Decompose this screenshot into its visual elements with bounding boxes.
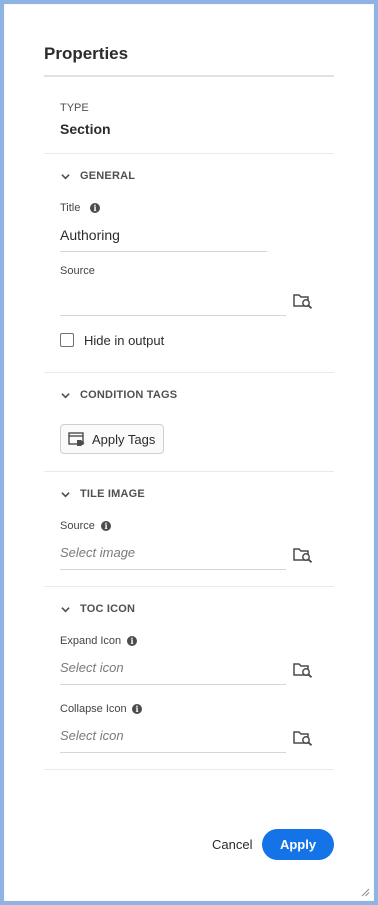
- info-icon[interactable]: i: [132, 704, 142, 714]
- resize-handle-icon[interactable]: [360, 887, 370, 897]
- hide-in-output-label: Hide in output: [84, 333, 165, 348]
- expand-icon-underline: [60, 684, 286, 685]
- chevron-down-icon: [61, 607, 70, 613]
- section-toggle-general[interactable]: GENERAL: [60, 170, 260, 186]
- source-field-underline: [60, 315, 286, 316]
- expand-icon-input[interactable]: Select icon: [60, 660, 124, 675]
- type-value: Section: [60, 121, 111, 137]
- chevron-down-icon: [61, 174, 70, 180]
- divider: [44, 153, 334, 154]
- divider: [44, 372, 334, 373]
- divider: [44, 769, 334, 770]
- folder-search-icon[interactable]: [293, 661, 313, 678]
- title-label: Title: [60, 202, 81, 214]
- info-icon[interactable]: i: [90, 203, 100, 213]
- tag-icon: [68, 432, 85, 446]
- folder-search-icon[interactable]: [293, 292, 313, 309]
- section-toggle-toc-icon[interactable]: TOC ICON: [60, 603, 260, 619]
- source-field[interactable]: [60, 289, 286, 315]
- section-toggle-condition-tags[interactable]: CONDITION TAGS: [60, 389, 260, 405]
- divider: [44, 471, 334, 472]
- hide-in-output-checkbox[interactable]: [60, 333, 74, 347]
- section-header-general: GENERAL: [80, 170, 136, 182]
- collapse-icon-underline: [60, 752, 286, 753]
- section-header-condition-tags: CONDITION TAGS: [80, 389, 178, 401]
- title-field-underline: [60, 251, 267, 252]
- apply-tags-label: Apply Tags: [92, 432, 156, 447]
- title-divider: [44, 75, 334, 77]
- info-icon[interactable]: i: [101, 521, 111, 531]
- collapse-icon-label: Collapse Icon: [60, 703, 127, 715]
- tile-image-underline: [60, 569, 286, 570]
- folder-search-icon[interactable]: [293, 546, 313, 563]
- section-header-tile-image: TILE IMAGE: [80, 488, 145, 500]
- collapse-icon-input[interactable]: Select icon: [60, 728, 124, 743]
- tile-source-label: Source: [60, 520, 95, 532]
- expand-icon-label: Expand Icon: [60, 635, 122, 647]
- section-toggle-tile-image[interactable]: TILE IMAGE: [60, 488, 260, 504]
- section-header-toc-icon: TOC ICON: [80, 603, 136, 615]
- info-icon[interactable]: i: [127, 636, 137, 646]
- tile-image-input[interactable]: Select image: [60, 545, 135, 560]
- title-field[interactable]: Authoring: [60, 227, 120, 243]
- chevron-down-icon: [61, 492, 70, 498]
- type-label: TYPE: [60, 102, 89, 114]
- apply-button[interactable]: Apply: [262, 829, 334, 860]
- folder-search-icon[interactable]: [293, 729, 313, 746]
- apply-tags-button[interactable]: Apply Tags: [60, 424, 164, 454]
- panel-title: Properties: [44, 44, 129, 63]
- properties-panel: Properties TYPE Section GENERAL Title i …: [5, 5, 373, 900]
- cancel-button[interactable]: Cancel: [212, 837, 252, 852]
- chevron-down-icon: [61, 393, 70, 399]
- divider: [44, 586, 334, 587]
- source-label: Source: [60, 265, 95, 277]
